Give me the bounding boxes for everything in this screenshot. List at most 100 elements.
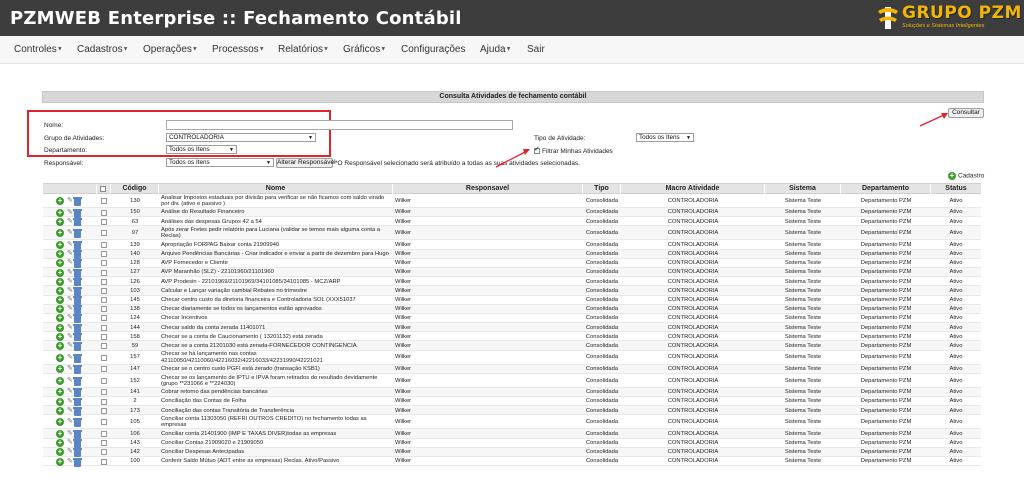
add-row-icon[interactable]: + <box>56 429 64 438</box>
table-row[interactable]: + ✎ 130 Analisar Impostos estaduais por div… <box>43 194 981 208</box>
add-row-icon[interactable]: + <box>56 397 64 406</box>
table-row[interactable]: + ✎ 97 Após zerar Fretes pedir relatório pa… <box>43 226 981 241</box>
table-row[interactable]: + ✎ 141 Cobrar retorno das pendências bancá… <box>43 387 981 398</box>
table-row[interactable]: + ✎ 2 Conciliação das Contas de Folha Wilker… <box>43 397 981 407</box>
row-checkbox[interactable] <box>101 440 107 447</box>
table-row[interactable]: + ✎ 145 Checar centro custo da diretoria fi… <box>43 296 981 306</box>
consultar-button[interactable]: Consultar <box>948 108 984 118</box>
header-macro[interactable]: Macro Atividade <box>621 184 765 194</box>
header-nome[interactable]: Nome <box>159 184 393 194</box>
trash-icon[interactable] <box>73 418 82 428</box>
table-row[interactable]: + ✎ 105 Conciliar conta 11303050 (REFRI OUT… <box>43 415 981 430</box>
row-checkbox[interactable] <box>101 333 107 340</box>
table-row[interactable]: + ✎ 138 Checar diariamente se todos os lanç… <box>43 304 981 315</box>
table-row[interactable]: + ✎ 173 Conciliação das contas Transitória … <box>43 406 981 416</box>
cadastro-link[interactable]: + Cadastro <box>948 172 984 180</box>
row-checkbox[interactable] <box>101 354 107 361</box>
row-checkbox[interactable] <box>101 278 107 285</box>
tipo-select[interactable]: Todos os Itens ▼ <box>636 133 694 142</box>
row-checkbox[interactable] <box>101 419 107 426</box>
table-row[interactable]: + ✎ 150 Análise do Resultado Financeiro Wilk… <box>43 208 981 218</box>
responsavel-select[interactable]: Todos os Itens ▼ <box>166 158 274 167</box>
row-checkbox[interactable] <box>101 198 107 204</box>
menu-sair[interactable]: Sair <box>527 44 545 55</box>
row-checkbox[interactable] <box>101 389 107 396</box>
table-row[interactable]: + ✎ 128 AVP Fornecedor e Cliente Wilker Conso… <box>43 259 981 269</box>
add-row-icon[interactable]: + <box>56 296 64 305</box>
add-row-icon[interactable]: + <box>56 418 64 427</box>
table-row[interactable]: + ✎ 100 Conferir Saldo Mútuo (ADT entre as … <box>43 457 981 467</box>
filtrar-checkbox[interactable] <box>534 145 540 154</box>
header-select-all[interactable] <box>97 184 111 194</box>
add-row-icon[interactable]: + <box>56 240 64 249</box>
table-row[interactable]: + ✎ 63 Análises das despesas Grupos 42 a 54… <box>43 217 981 227</box>
add-row-icon[interactable]: + <box>56 353 64 362</box>
table-row[interactable]: + ✎ 147 Checar se o centro custo PGFI está … <box>43 364 981 375</box>
row-checkbox[interactable] <box>101 209 107 216</box>
add-row-icon[interactable]: + <box>56 208 64 217</box>
row-checkbox[interactable] <box>101 377 107 384</box>
add-row-icon[interactable]: + <box>56 439 64 448</box>
alterar-responsavel-button[interactable]: Alterar Responsável <box>276 158 336 168</box>
add-row-icon[interactable]: + <box>56 314 64 323</box>
trash-icon[interactable] <box>73 197 82 206</box>
trash-icon[interactable] <box>73 457 82 467</box>
table-row[interactable]: + ✎ 59 Checar se a conta 21201030 está zera… <box>43 341 981 352</box>
departamento-select[interactable]: Todos os Itens ▼ <box>166 145 237 154</box>
menu-operacoes[interactable]: Operações▼ <box>143 44 198 55</box>
table-row[interactable]: + ✎ 142 Conciliar Despesas Antecipadas Wilke… <box>43 447 981 458</box>
menu-ajuda[interactable]: Ajuda▼ <box>480 44 512 55</box>
header-tipo[interactable]: Tipo <box>583 184 621 194</box>
add-row-icon[interactable]: + <box>56 305 64 314</box>
add-row-icon[interactable]: + <box>56 268 64 277</box>
nome-input[interactable] <box>166 120 513 130</box>
add-row-icon[interactable]: + <box>56 376 64 385</box>
add-row-icon[interactable]: + <box>56 457 64 466</box>
table-row[interactable]: + ✎ 124 Checar Incentivos Wilker Consolidada C… <box>43 314 981 324</box>
table-row[interactable]: + ✎ 158 Checar se a conta de Caucionamento … <box>43 332 981 342</box>
table-row[interactable]: + ✎ 106 Conciliar conta 21401900 (IMP E TAX… <box>43 429 981 439</box>
menu-relatorios[interactable]: Relatórios▼ <box>278 44 329 55</box>
add-row-icon[interactable]: + <box>56 250 64 259</box>
row-checkbox[interactable] <box>101 241 107 248</box>
table-row[interactable]: + ✎ 103 Calcular e Lançar variação cambial … <box>43 286 981 296</box>
menu-cadastros[interactable]: Cadastros▼ <box>77 44 129 55</box>
add-row-icon[interactable]: + <box>56 448 64 457</box>
row-checkbox[interactable] <box>101 297 107 304</box>
row-checkbox[interactable] <box>101 430 107 437</box>
add-row-icon[interactable]: + <box>56 259 64 268</box>
add-row-icon[interactable]: + <box>56 406 64 415</box>
menu-controles[interactable]: Controles▼ <box>14 44 63 55</box>
header-departamento[interactable]: Departamento <box>841 184 931 194</box>
add-row-icon[interactable]: + <box>56 229 64 238</box>
row-checkbox[interactable] <box>101 366 107 373</box>
table-row[interactable]: + ✎ 157 Checar se há lançamento nas contas … <box>43 351 981 365</box>
table-row[interactable]: + ✎ 127 AVP Maranhão (SLZ) - 22101960/21101… <box>43 267 981 278</box>
menu-graficos[interactable]: Gráficos▼ <box>343 44 386 55</box>
table-row[interactable]: + ✎ 126 AVP Prodesin - 22101969/21101969/34… <box>43 277 981 287</box>
table-row[interactable]: + ✎ 140 Arquivo Pendências Bancárias - Cria… <box>43 249 981 260</box>
row-checkbox[interactable] <box>101 269 107 276</box>
row-checkbox[interactable] <box>101 449 107 456</box>
trash-icon[interactable] <box>73 376 82 386</box>
header-responsavel[interactable]: Responsavel <box>393 184 583 194</box>
grupo-select[interactable]: CONTROLADORIA ▼ <box>166 133 316 142</box>
add-row-icon[interactable]: + <box>56 217 64 226</box>
add-row-icon[interactable]: + <box>56 342 64 351</box>
trash-icon[interactable] <box>73 353 82 363</box>
add-row-icon[interactable]: + <box>56 365 64 374</box>
row-checkbox[interactable] <box>101 306 107 313</box>
menu-processos[interactable]: Processos▼ <box>212 44 265 55</box>
row-checkbox[interactable] <box>101 287 107 294</box>
row-checkbox[interactable] <box>101 315 107 322</box>
table-row[interactable]: + ✎ 139 Apropriação FORPAG Baixar conta 219… <box>43 240 981 250</box>
add-row-icon[interactable]: + <box>56 388 64 397</box>
header-sistema[interactable]: Sistema <box>765 184 841 194</box>
table-row[interactable]: + ✎ 152 Checar se os lançamento de IPTU e I… <box>43 374 981 388</box>
add-row-icon[interactable]: + <box>56 197 64 205</box>
add-row-icon[interactable]: + <box>56 323 64 332</box>
row-checkbox[interactable] <box>101 218 107 225</box>
menu-configuracoes[interactable]: Configurações <box>401 44 465 55</box>
row-checkbox[interactable] <box>101 343 107 350</box>
add-row-icon[interactable]: + <box>56 332 64 341</box>
